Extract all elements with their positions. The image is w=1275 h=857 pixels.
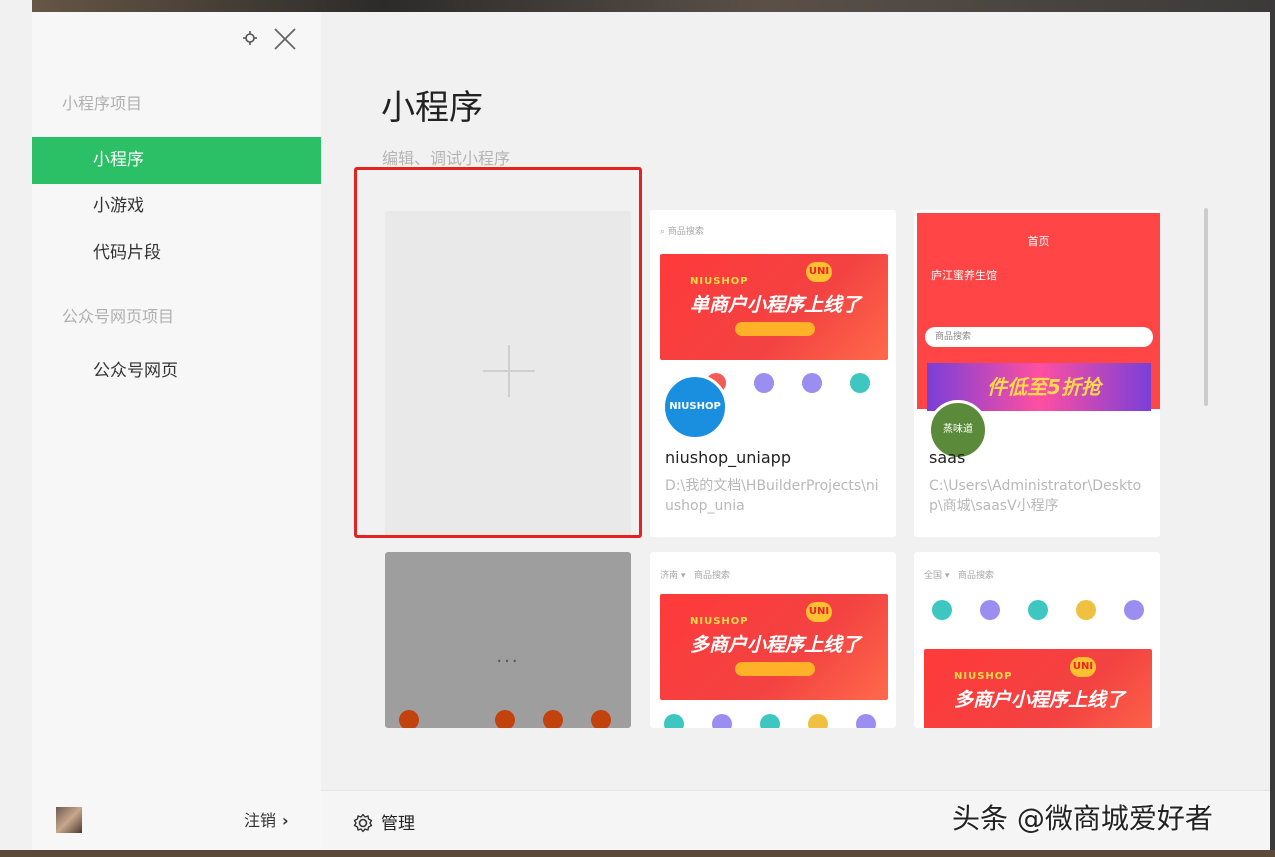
- category-icon: [856, 714, 876, 728]
- plus-icon: [483, 345, 535, 397]
- project-path: C:\Users\Administrator\Desktop\商城\saasV小…: [929, 478, 1142, 514]
- banner-brand: NIUSHOP: [954, 671, 1013, 682]
- category-icon: [712, 714, 732, 728]
- banner-pill: [735, 322, 815, 336]
- section-official-account-projects: 公众号网页项目: [62, 307, 175, 326]
- category-icon: [760, 714, 780, 728]
- logout-label: 注销: [244, 811, 277, 830]
- project-thumbnail: 首页 庐江蜜养生馆 商品搜索 件低至5折抢: [917, 213, 1160, 411]
- category-icon: [495, 710, 515, 728]
- manage-button[interactable]: 管理: [353, 809, 415, 834]
- category-icon: [754, 373, 774, 393]
- banner-text: 多商户小程序上线了: [954, 689, 1126, 711]
- avatar[interactable]: [56, 807, 82, 833]
- project-card-loading[interactable]: ...: [385, 552, 631, 728]
- sidebar-item-code-snippet[interactable]: 代码片段: [32, 230, 321, 277]
- banner-brand: NIUSHOP: [690, 616, 749, 627]
- section-mini-program-projects: 小程序项目: [62, 94, 143, 113]
- gear-icon[interactable]: [242, 30, 258, 46]
- category-icon: [802, 373, 822, 393]
- thumb-search: 商品搜索: [925, 327, 1153, 347]
- project-logo: NIUSHOP: [662, 374, 728, 440]
- banner-text: 多商户小程序上线了: [690, 634, 862, 656]
- sidebar-item-official-account-web[interactable]: 公众号网页: [32, 348, 321, 395]
- banner-text: 单商户小程序上线了: [690, 294, 862, 316]
- project-card-saas[interactable]: 首页 庐江蜜养生馆 商品搜索 件低至5折抢 蒸味道 saas C:\Users\…: [914, 210, 1160, 537]
- category-icon: [543, 710, 563, 728]
- category-icon: [932, 600, 952, 620]
- devtools-window: 小程序项目 小程序 小游戏 代码片段 公众号网页项目 公众号网页 注销 › 小程序…: [32, 12, 1270, 850]
- banner-brand: NIUSHOP: [690, 276, 749, 287]
- banner: UNI NIUSHOP 多商户小程序上线了: [660, 594, 888, 700]
- project-card-multi-merchant-a[interactable]: 济南 ▾ 商品搜索 UNI NIUSHOP 多商户小程序上线了: [650, 552, 896, 728]
- category-icon: [591, 710, 611, 728]
- thumb-location: 全国: [924, 571, 943, 581]
- chevron-right-icon: ›: [282, 811, 289, 830]
- thumb-search-label: 商品搜索: [667, 227, 704, 237]
- banner: UNI NIUSHOP 多商户小程序上线了: [924, 649, 1152, 728]
- project-name: saas: [929, 448, 966, 467]
- page-subtitle: 编辑、调试小程序: [382, 149, 511, 168]
- close-icon[interactable]: [272, 26, 298, 52]
- manage-label: 管理: [381, 814, 415, 834]
- category-icon: [1076, 600, 1096, 620]
- banner-pill: [735, 662, 815, 676]
- thumb-location: 济南: [660, 571, 679, 581]
- gear-icon: [353, 813, 373, 833]
- sidebar-item-mini-game[interactable]: 小游戏: [32, 183, 321, 230]
- scrollbar[interactable]: [1204, 208, 1208, 406]
- thumb-search: 济南 ▾ 商品搜索: [660, 571, 730, 581]
- thumb-promo-text: 件低至5折抢: [987, 375, 1101, 399]
- sidebar-item-mini-program[interactable]: 小程序: [32, 137, 321, 184]
- page-title: 小程序: [381, 88, 483, 128]
- thumb-header-title: 首页: [1027, 235, 1050, 248]
- uni-badge: UNI: [806, 602, 832, 622]
- thumb-search: 全国 ▾ 商品搜索: [924, 571, 994, 581]
- main-panel: 小程序 编辑、调试小程序 ⌕ 商品搜索 UNI NIUSHOP 单商户小程序上线…: [321, 12, 1270, 850]
- category-icon: [1028, 600, 1048, 620]
- project-card-multi-merchant-b[interactable]: 全国 ▾ 商品搜索 UNI NIUSHOP 多商户小程序上线了: [914, 552, 1160, 728]
- category-icon: [664, 714, 684, 728]
- category-icon: [1124, 600, 1144, 620]
- sidebar: 小程序项目 小程序 小游戏 代码片段 公众号网页项目 公众号网页 注销 ›: [32, 12, 321, 850]
- uni-badge: UNI: [806, 262, 832, 282]
- project-card-niushop-uniapp[interactable]: ⌕ 商品搜索 UNI NIUSHOP 单商户小程序上线了 NIUSHOP niu…: [650, 210, 896, 537]
- uni-badge: UNI: [1070, 657, 1096, 677]
- project-name: niushop_uniapp: [665, 448, 791, 467]
- thumb-search-label: 商品搜索: [957, 571, 994, 581]
- new-project-card[interactable]: [385, 211, 631, 538]
- banner: UNI NIUSHOP 单商户小程序上线了: [660, 254, 888, 360]
- logout-button[interactable]: 注销 ›: [244, 807, 289, 831]
- thumb-address: 庐江蜜养生馆: [931, 269, 997, 282]
- search-icon: ⌕ 商品搜索: [660, 227, 704, 237]
- project-path: D:\我的文档\HBuilderProjects\niushop_unia: [665, 478, 879, 514]
- category-icon: [399, 710, 419, 728]
- category-icon: [850, 373, 870, 393]
- loading-indicator: ...: [496, 646, 520, 667]
- category-icon: [808, 714, 828, 728]
- thumb-search-label: 商品搜索: [693, 571, 730, 581]
- category-icon: [980, 600, 1000, 620]
- watermark: 头条 @微商城爱好者: [952, 802, 1213, 835]
